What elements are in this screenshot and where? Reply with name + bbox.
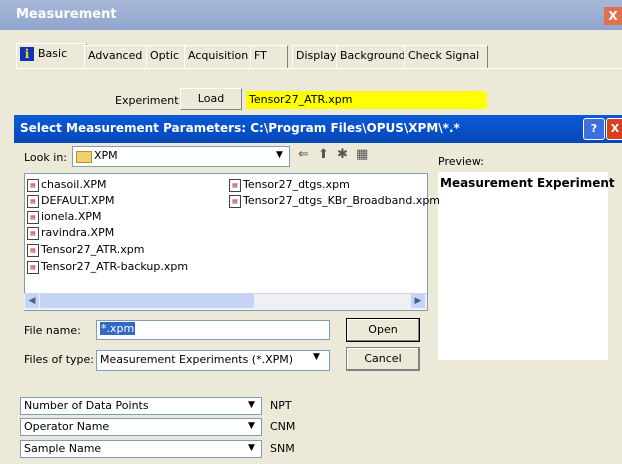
preview-pane [438, 172, 608, 360]
tab-basic-label: Basic [38, 47, 68, 60]
chevron-down-icon[interactable]: ▼ [272, 147, 287, 164]
list-item[interactable]: ▤ DEFAULT.XPM [27, 194, 115, 208]
scrollbar-thumb[interactable] [40, 294, 254, 308]
chevron-down-icon[interactable]: ▼ [248, 421, 255, 431]
list-item[interactable]: ▤ Tensor27_dtgs_KBr_Broadband.xpm [229, 194, 440, 208]
xpm-file-icon: ▤ [27, 210, 39, 224]
load-button[interactable]: Load [180, 88, 242, 110]
tab-background[interactable]: Background [336, 45, 408, 68]
file-name-value: *.xpm [100, 322, 136, 335]
files-of-type-label: Files of type: [24, 353, 95, 366]
list-item[interactable]: ▤ ionela.XPM [27, 210, 101, 224]
param-name: Number of Data Points [24, 399, 149, 412]
tab-display[interactable]: Display [292, 45, 340, 68]
dialog-close-button[interactable]: X [606, 118, 622, 140]
dialog-title: Select Measurement Parameters: C:\Progra… [20, 121, 460, 135]
scroll-right-icon[interactable]: ▶ [411, 294, 425, 308]
chevron-down-icon[interactable]: ▼ [248, 400, 255, 410]
folder-icon [76, 150, 92, 163]
chevron-down-icon[interactable]: ▼ [313, 352, 320, 362]
list-item[interactable]: ▤ chasoil.XPM [27, 178, 107, 192]
open-button[interactable]: Open [346, 318, 420, 342]
background-close-button[interactable]: X [604, 7, 622, 25]
chevron-down-icon[interactable]: ▼ [248, 443, 255, 453]
new-folder-icon[interactable]: ✱ [337, 146, 348, 164]
list-item[interactable]: ▤ ravindra.XPM [27, 226, 114, 240]
list-item[interactable]: ▤ Tensor27_dtgs.xpm [229, 178, 350, 192]
experiment-field[interactable]: Tensor27_ATR.xpm [246, 91, 487, 109]
xpm-file-icon: ▤ [229, 194, 241, 208]
back-icon[interactable]: ⇐ [298, 146, 309, 164]
experiment-label: Experiment: [115, 94, 183, 107]
xpm-file-icon: ▤ [27, 194, 39, 208]
param-name: Operator Name [24, 420, 110, 433]
xpm-file-icon: ▤ [27, 226, 39, 240]
cancel-button[interactable]: Cancel [346, 347, 420, 371]
xpm-file-icon: ▤ [27, 260, 39, 274]
tab-acquisition[interactable]: Acquisition [184, 45, 256, 68]
scroll-left-icon[interactable]: ◀ [25, 294, 39, 308]
list-item[interactable]: ▤ Tensor27_ATR-backup.xpm [27, 260, 188, 274]
list-item[interactable]: ▤ Tensor27_ATR.xpm [27, 243, 144, 257]
view-menu-icon[interactable]: ▦ [356, 146, 368, 164]
tab-check-signal[interactable]: Check Signal [404, 45, 488, 68]
param-code: SNM [270, 442, 295, 455]
look-in-label: Look in: [24, 151, 67, 164]
xpm-file-icon: ▤ [27, 178, 39, 192]
param-code: CNM [270, 420, 296, 433]
help-button[interactable]: ? [583, 118, 605, 140]
files-of-type-value: Measurement Experiments (*.XPM) [100, 353, 294, 366]
look-in-value: XPM [94, 149, 118, 162]
up-folder-icon[interactable]: ⬆ [318, 146, 329, 164]
tab-advanced[interactable]: Advanced [84, 45, 152, 68]
tab-basic[interactable]: i Basic [16, 43, 87, 69]
param-name: Sample Name [24, 442, 102, 455]
xpm-file-icon: ▤ [27, 243, 39, 257]
file-name-label: File name: [24, 324, 81, 337]
info-icon: i [20, 47, 34, 61]
param-code: NPT [270, 399, 292, 412]
preview-text: Measurement Experiment [440, 176, 615, 190]
preview-label: Preview: [438, 155, 484, 168]
background-window-title: Measurement [16, 7, 117, 22]
xpm-file-icon: ▤ [229, 178, 241, 192]
tab-ft[interactable]: FT [250, 45, 288, 68]
